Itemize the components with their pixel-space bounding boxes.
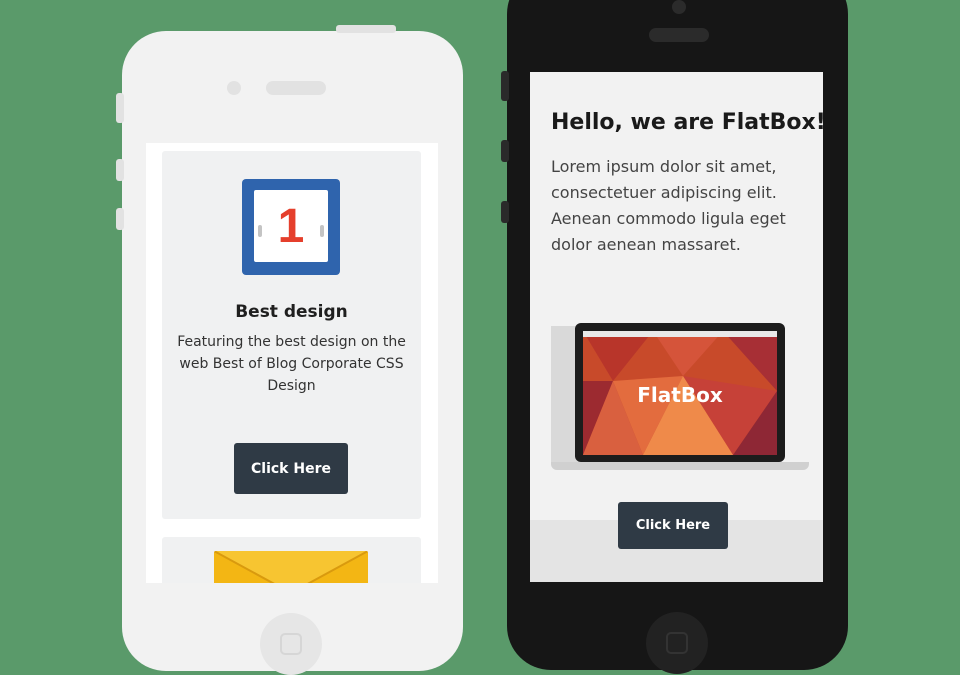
hero-heading: Hello, we are FlatBox! (551, 110, 823, 135)
laptop-lid: FlatBox (575, 323, 785, 462)
white-phone-mockup: 1 Best design Featuring the best design … (116, 25, 463, 675)
volume-up-button (501, 140, 509, 162)
envelope-icon (214, 551, 368, 583)
calendar-icon: 1 (242, 179, 340, 275)
laptop-mockup: FlatBox (551, 322, 809, 474)
volume-down-button (116, 208, 124, 230)
click-here-button[interactable]: Click Here (234, 443, 348, 494)
laptop-display: FlatBox (583, 331, 777, 455)
calendar-page: 1 (254, 190, 328, 262)
power-button (336, 25, 396, 33)
black-phone-mockup: Hello, we are FlatBox! Lorem ipsum dolor… (501, 0, 848, 674)
feature-card: 1 Best design Featuring the best design … (162, 151, 421, 519)
front-camera (227, 81, 241, 95)
click-here-button[interactable]: Click Here (618, 502, 728, 549)
volume-down-button (501, 201, 509, 223)
black-phone-screen: Hello, we are FlatBox! Lorem ipsum dolor… (530, 72, 823, 582)
calendar-number: 1 (277, 200, 305, 253)
mute-switch (116, 93, 124, 123)
feature-card-description: Featuring the best design on the web Bes… (177, 334, 406, 394)
mute-switch (501, 71, 509, 101)
laptop-screen-logo: FlatBox (637, 383, 723, 407)
volume-up-button (116, 159, 124, 181)
speaker-grille (649, 28, 709, 42)
front-camera (672, 0, 686, 14)
feature-card-title: Best design (235, 302, 348, 322)
browser-toolbar (583, 331, 777, 337)
laptop-base (551, 462, 809, 470)
feature-card-next (162, 537, 421, 583)
white-phone-screen: 1 Best design Featuring the best design … (146, 143, 438, 583)
hero-body-text: Lorem ipsum dolor sit amet, consectetuer… (551, 157, 786, 254)
envelope-flap (214, 551, 368, 583)
speaker-grille (266, 81, 326, 95)
home-button (260, 613, 322, 675)
home-button (646, 612, 708, 674)
